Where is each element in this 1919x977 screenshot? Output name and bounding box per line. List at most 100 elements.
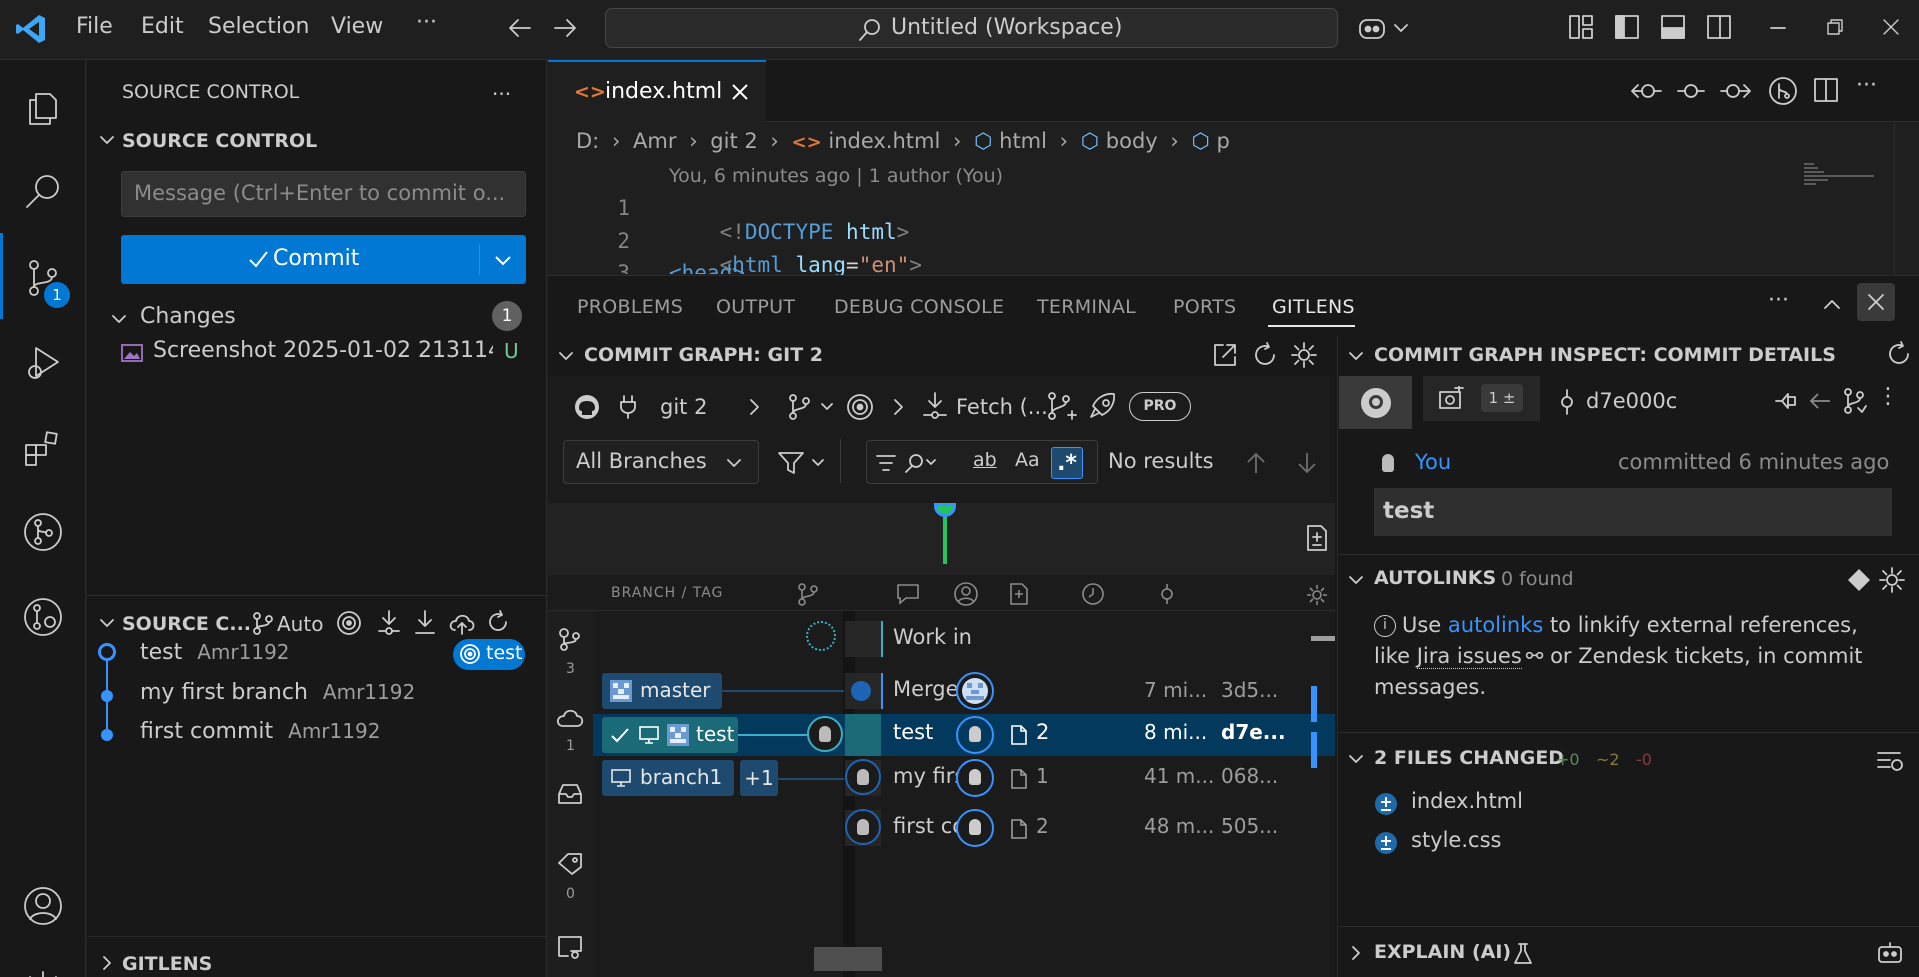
- column-branch-tag[interactable]: BRANCH / TAG: [611, 585, 723, 601]
- extensions-icon[interactable]: [0, 413, 86, 483]
- commit-message-box[interactable]: test: [1374, 488, 1892, 536]
- refresh-icon[interactable]: [485, 609, 511, 635]
- create-branch-icon[interactable]: [1044, 390, 1078, 424]
- sha-column-icon[interactable]: [1155, 582, 1179, 606]
- pin-icon[interactable]: [1772, 389, 1798, 413]
- push-cloud-icon[interactable]: [448, 610, 476, 636]
- graph-item-my-first-branch[interactable]: my first branch Amr1192: [140, 680, 415, 705]
- branch-chip-test[interactable]: test: [602, 717, 738, 753]
- tab-gitlens[interactable]: GITLENS: [1272, 296, 1355, 318]
- breadcrumb-symbol[interactable]: p: [1217, 129, 1230, 153]
- panel-more-icon[interactable]: ···: [1768, 288, 1789, 313]
- launchpad-rocket-icon[interactable]: [1088, 391, 1118, 421]
- forward-arrow-icon[interactable]: [553, 16, 579, 40]
- more-branches-chip[interactable]: +1: [740, 760, 778, 796]
- gitlens-inspect-icon[interactable]: [0, 582, 86, 652]
- search-view-icon[interactable]: [0, 156, 86, 226]
- sidebar-more-icon[interactable]: ···: [492, 82, 511, 106]
- autolinks-link[interactable]: autolinks: [1448, 613, 1543, 637]
- split-editor-icon[interactable]: [1813, 77, 1839, 103]
- chevron-down-icon[interactable]: [109, 309, 129, 329]
- pull-icon[interactable]: [412, 609, 438, 637]
- branch-tag-badge[interactable]: test: [453, 639, 525, 670]
- tab-index-html[interactable]: <> index.html: [548, 60, 766, 122]
- changed-file-name[interactable]: Screenshot 2025-01-02 213114...: [153, 338, 493, 363]
- menu-view[interactable]: View: [331, 14, 383, 39]
- refresh-icon[interactable]: [1251, 341, 1279, 369]
- tags-icon[interactable]: [556, 851, 584, 875]
- next-result-arrow-icon[interactable]: [1296, 451, 1318, 475]
- commit-message[interactable]: Merge p: [893, 677, 963, 701]
- minimap-toggle-icon[interactable]: [1305, 524, 1329, 552]
- tab-output[interactable]: OUTPUT: [716, 296, 795, 318]
- explain-action-icon[interactable]: [1876, 941, 1904, 967]
- open-in-graph-icon[interactable]: [1842, 386, 1868, 416]
- fetch-label[interactable]: Fetch (...: [956, 395, 1048, 419]
- chevron-down-icon[interactable]: [556, 346, 576, 366]
- target-icon[interactable]: [336, 610, 362, 636]
- close-tab-icon[interactable]: [730, 82, 750, 102]
- minimize-icon[interactable]: [1768, 18, 1788, 38]
- back-arrow-icon[interactable]: [1808, 389, 1832, 413]
- target-icon[interactable]: [846, 393, 874, 421]
- toggle-panel-icon[interactable]: [1660, 14, 1686, 40]
- github-icon[interactable]: [573, 393, 601, 421]
- branch-icon[interactable]: [786, 392, 834, 422]
- author-column-icon[interactable]: [953, 581, 979, 607]
- commit-message-input[interactable]: Message (Ctrl+Enter to commit o...: [121, 171, 526, 217]
- graph-search-box[interactable]: ab Aa .*: [866, 440, 1098, 484]
- column-settings-gear-icon[interactable]: [1305, 583, 1329, 607]
- close-panel-button[interactable]: [1857, 283, 1895, 321]
- refresh-icon[interactable]: [1885, 340, 1913, 368]
- chevron-down-icon[interactable]: [1346, 570, 1366, 590]
- menu-file[interactable]: File: [76, 14, 113, 39]
- jira-issues-link[interactable]: Jira issues: [1416, 644, 1522, 669]
- inspect-mode-button[interactable]: [1339, 376, 1412, 429]
- minimap[interactable]: [1804, 162, 1874, 192]
- blame-annotation[interactable]: You, 6 minutes ago | 1 author (You): [669, 165, 1003, 187]
- branch-chip-master[interactable]: master: [602, 673, 722, 709]
- breadcrumb-symbol[interactable]: html: [999, 129, 1047, 153]
- horizontal-scrollbar-thumb[interactable]: [814, 947, 882, 971]
- menu-edit[interactable]: Edit: [141, 14, 184, 39]
- plug-icon[interactable]: [616, 394, 640, 420]
- tab-ports[interactable]: PORTS: [1173, 296, 1236, 318]
- breadcrumb-drive[interactable]: D:: [576, 129, 599, 153]
- gitlens-section-title[interactable]: GITLENS: [122, 953, 212, 975]
- chevron-right-icon[interactable]: [1346, 943, 1366, 963]
- wip-message[interactable]: Work in: [893, 625, 972, 649]
- next-revision-icon[interactable]: [1720, 78, 1752, 104]
- regex-toggle-icon[interactable]: .*: [1051, 447, 1083, 479]
- explorer-icon[interactable]: [0, 70, 86, 140]
- close-window-icon[interactable]: [1881, 17, 1901, 37]
- graph-title[interactable]: COMMIT GRAPH: GIT 2: [584, 344, 823, 366]
- accounts-icon[interactable]: [0, 871, 86, 941]
- changed-file-style-css[interactable]: style.css: [1411, 828, 1501, 852]
- toggle-primary-sidebar-icon[interactable]: [1614, 14, 1640, 40]
- graph-auto-label[interactable]: Auto: [277, 612, 323, 636]
- author-name[interactable]: You: [1415, 450, 1451, 474]
- breadcrumb-folder[interactable]: git 2: [710, 129, 757, 153]
- graph-item-first-commit[interactable]: first commit Amr1192: [140, 719, 380, 744]
- match-whole-word-icon[interactable]: ab: [973, 449, 997, 471]
- changes-column-icon[interactable]: [1008, 582, 1030, 606]
- chevron-down-icon[interactable]: [1346, 346, 1366, 366]
- back-arrow-icon[interactable]: [506, 16, 532, 40]
- inspect-more-icon[interactable]: ⋮: [1877, 384, 1899, 409]
- chevron-right-icon[interactable]: [97, 953, 117, 973]
- explain-ai-title[interactable]: EXPLAIN (AI): [1374, 941, 1511, 963]
- graph-item-test[interactable]: test Amr1192: [140, 640, 290, 665]
- diamond-icon[interactable]: [1846, 567, 1872, 593]
- gitlens-blame-icon[interactable]: [1768, 76, 1798, 106]
- breadcrumb-symbol[interactable]: body: [1106, 129, 1158, 153]
- branches-select[interactable]: All Branches: [563, 440, 759, 484]
- worktrees-icon[interactable]: [556, 934, 584, 960]
- commit-message[interactable]: test: [893, 720, 933, 744]
- manage-gear-icon[interactable]: [0, 955, 86, 977]
- gitlens-icon[interactable]: [0, 497, 86, 567]
- pro-badge[interactable]: PRO: [1129, 392, 1191, 421]
- tab-terminal[interactable]: TERMINAL: [1037, 296, 1136, 318]
- previous-result-arrow-icon[interactable]: [1245, 451, 1267, 475]
- toggle-secondary-sidebar-icon[interactable]: [1706, 14, 1732, 40]
- chevron-down-icon[interactable]: [1346, 749, 1366, 769]
